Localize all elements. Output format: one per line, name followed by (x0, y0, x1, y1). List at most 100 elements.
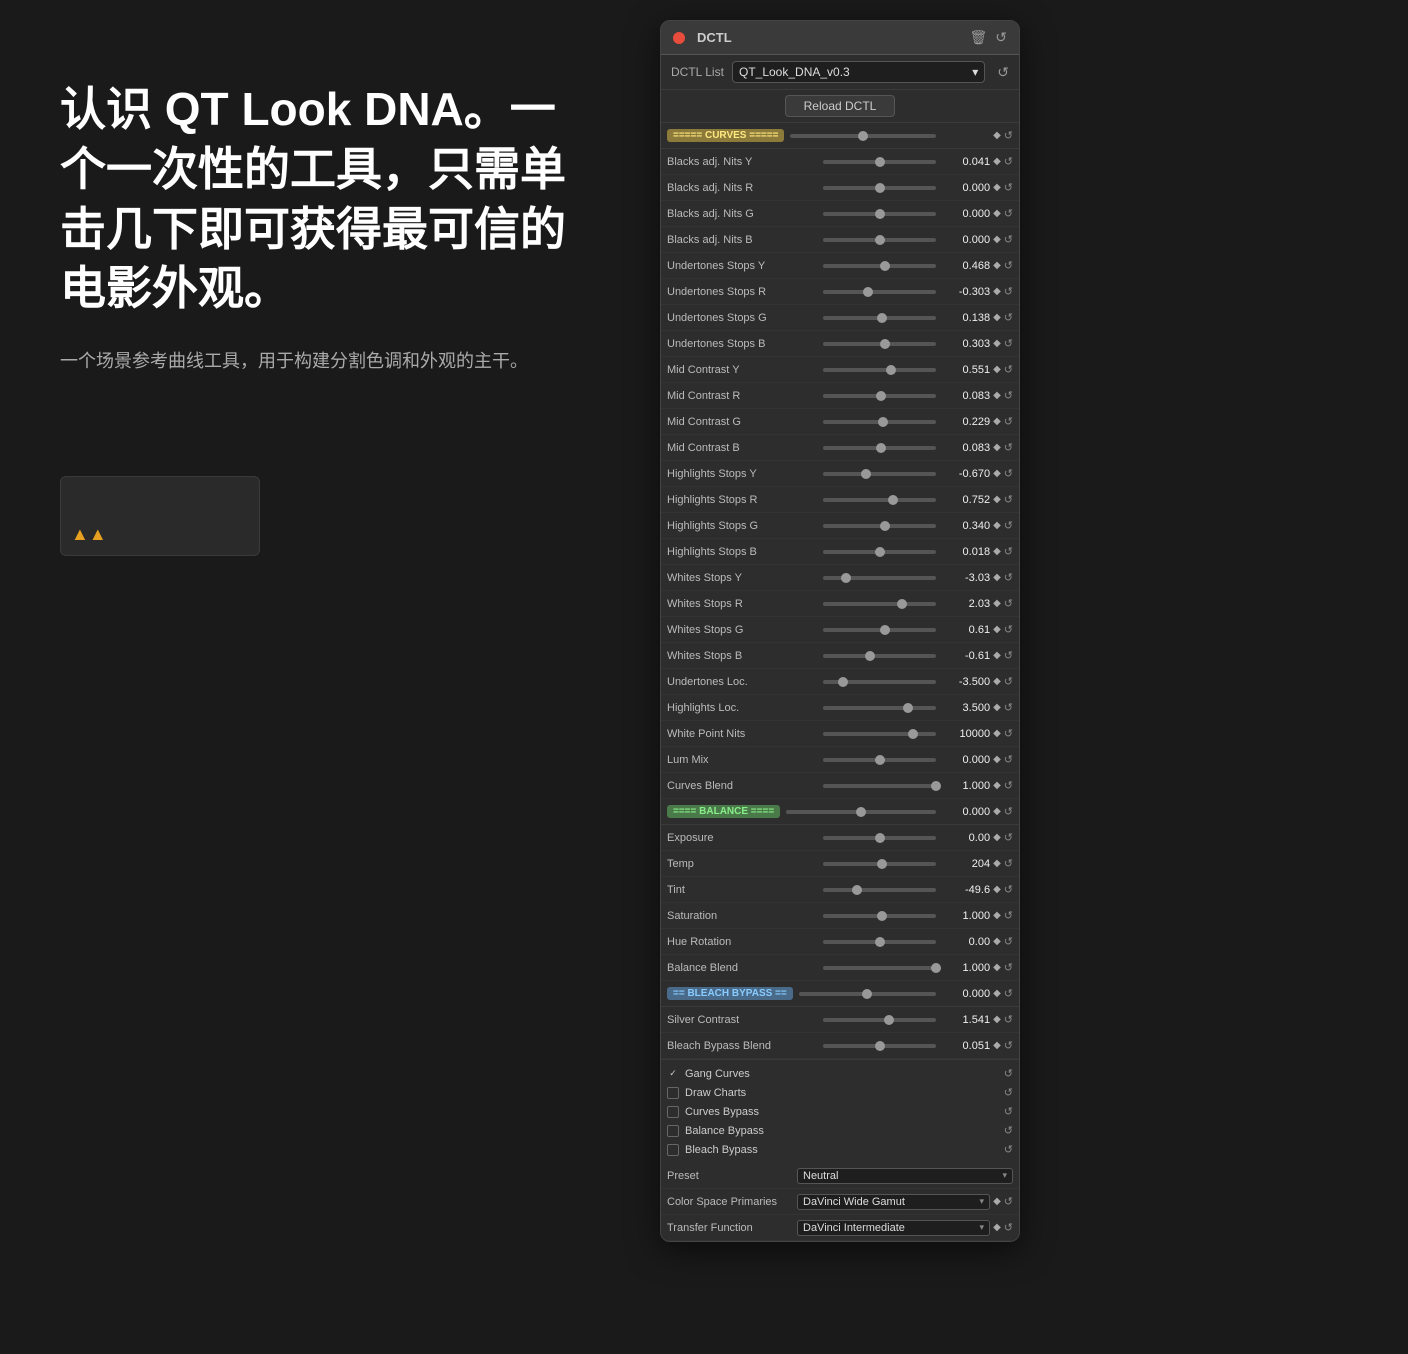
dctl-reset-icon[interactable]: ↺ (997, 64, 1009, 81)
param-slider-32[interactable] (823, 966, 936, 970)
param-slider-30[interactable] (823, 914, 936, 918)
param-slider-25[interactable] (823, 784, 936, 788)
param-slider-31[interactable] (823, 940, 936, 944)
param-slider-24[interactable] (823, 758, 936, 762)
reset-icon-1[interactable]: ↺ (1004, 155, 1013, 168)
reset-icon-18[interactable]: ↺ (1004, 597, 1013, 610)
reset-icon-31[interactable]: ↺ (1004, 935, 1013, 948)
param-label-28: Temp (667, 858, 817, 870)
param-slider-34[interactable] (823, 1018, 936, 1022)
reset-icon-17[interactable]: ↺ (1004, 571, 1013, 584)
reset-icon-19[interactable]: ↺ (1004, 623, 1013, 636)
param-slider-2[interactable] (823, 186, 936, 190)
param-slider-17[interactable] (823, 576, 936, 580)
checkbox-indicator-2[interactable] (667, 1106, 679, 1118)
checkbox-reset-3[interactable]: ↺ (1004, 1124, 1013, 1137)
diamond-icon-select-1: ◆ (993, 1196, 1001, 1207)
param-slider-10[interactable] (823, 394, 936, 398)
reset-icon-21[interactable]: ↺ (1004, 675, 1013, 688)
trash-icon[interactable]: 🗑 (969, 29, 987, 46)
checkbox-row-2[interactable]: Curves Bypass ↺ (667, 1102, 1013, 1121)
reset-icon-30[interactable]: ↺ (1004, 909, 1013, 922)
reset-icon-13[interactable]: ↺ (1004, 467, 1013, 480)
reset-icon-0[interactable]: ↺ (1004, 129, 1013, 142)
section-slider-33[interactable] (799, 992, 936, 996)
section-slider-0[interactable] (790, 134, 936, 138)
param-slider-1[interactable] (823, 160, 936, 164)
param-slider-16[interactable] (823, 550, 936, 554)
reload-dctl-button[interactable]: Reload DCTL (785, 95, 896, 117)
checkbox-reset-4[interactable]: ↺ (1004, 1143, 1013, 1156)
reset-icon-27[interactable]: ↺ (1004, 831, 1013, 844)
section-slider-26[interactable] (786, 810, 936, 814)
reset-icon-20[interactable]: ↺ (1004, 649, 1013, 662)
param-slider-3[interactable] (823, 212, 936, 216)
select-box-1[interactable]: DaVinci Wide Gamut ▾ (797, 1194, 990, 1210)
checkbox-indicator-3[interactable] (667, 1125, 679, 1137)
reset-icon-15[interactable]: ↺ (1004, 519, 1013, 532)
reset-icon-25[interactable]: ↺ (1004, 779, 1013, 792)
param-slider-23[interactable] (823, 732, 936, 736)
reset-icon-12[interactable]: ↺ (1004, 441, 1013, 454)
reset-icon-35[interactable]: ↺ (1004, 1039, 1013, 1052)
param-slider-22[interactable] (823, 706, 936, 710)
reset-icon-28[interactable]: ↺ (1004, 857, 1013, 870)
reset-icon-9[interactable]: ↺ (1004, 363, 1013, 376)
select-reset-1[interactable]: ↺ (1004, 1195, 1013, 1208)
checkbox-row-0[interactable]: ✓ Gang Curves ↺ (667, 1064, 1013, 1083)
reset-icon-16[interactable]: ↺ (1004, 545, 1013, 558)
param-slider-27[interactable] (823, 836, 936, 840)
select-reset-2[interactable]: ↺ (1004, 1221, 1013, 1234)
param-slider-18[interactable] (823, 602, 936, 606)
checkbox-row-4[interactable]: Bleach Bypass ↺ (667, 1140, 1013, 1159)
dctl-list-select[interactable]: QT_Look_DNA_v0.3 ▾ (732, 61, 985, 83)
param-slider-9[interactable] (823, 368, 936, 372)
reset-icon-29[interactable]: ↺ (1004, 883, 1013, 896)
param-slider-8[interactable] (823, 342, 936, 346)
reset-icon-24[interactable]: ↺ (1004, 753, 1013, 766)
param-slider-20[interactable] (823, 654, 936, 658)
reset-icon-33[interactable]: ↺ (1004, 987, 1013, 1000)
param-slider-12[interactable] (823, 446, 936, 450)
checkbox-indicator-4[interactable] (667, 1144, 679, 1156)
checkbox-reset-2[interactable]: ↺ (1004, 1105, 1013, 1118)
param-slider-13[interactable] (823, 472, 936, 476)
param-slider-15[interactable] (823, 524, 936, 528)
reset-icon-10[interactable]: ↺ (1004, 389, 1013, 402)
param-slider-4[interactable] (823, 238, 936, 242)
checkbox-row-3[interactable]: Balance Bypass ↺ (667, 1121, 1013, 1140)
close-button-icon[interactable] (673, 32, 685, 44)
checkbox-row-1[interactable]: Draw Charts ↺ (667, 1083, 1013, 1102)
checkbox-reset-1[interactable]: ↺ (1004, 1086, 1013, 1099)
reset-icon-6[interactable]: ↺ (1004, 285, 1013, 298)
param-slider-6[interactable] (823, 290, 936, 294)
param-slider-21[interactable] (823, 680, 936, 684)
param-slider-14[interactable] (823, 498, 936, 502)
reset-icon-14[interactable]: ↺ (1004, 493, 1013, 506)
reset-icon-8[interactable]: ↺ (1004, 337, 1013, 350)
reset-icon-11[interactable]: ↺ (1004, 415, 1013, 428)
reset-icon-22[interactable]: ↺ (1004, 701, 1013, 714)
reset-icon[interactable]: ↺ (995, 29, 1007, 46)
reset-icon-7[interactable]: ↺ (1004, 311, 1013, 324)
checkbox-indicator-0[interactable]: ✓ (667, 1068, 679, 1080)
param-slider-35[interactable] (823, 1044, 936, 1048)
param-slider-7[interactable] (823, 316, 936, 320)
select-box-2[interactable]: DaVinci Intermediate ▾ (797, 1220, 990, 1236)
select-box-0[interactable]: Neutral ▾ (797, 1168, 1013, 1184)
reset-icon-23[interactable]: ↺ (1004, 727, 1013, 740)
param-slider-19[interactable] (823, 628, 936, 632)
reset-icon-5[interactable]: ↺ (1004, 259, 1013, 272)
param-slider-28[interactable] (823, 862, 936, 866)
reset-icon-26[interactable]: ↺ (1004, 805, 1013, 818)
reset-icon-3[interactable]: ↺ (1004, 207, 1013, 220)
checkbox-reset-0[interactable]: ↺ (1004, 1067, 1013, 1080)
param-slider-29[interactable] (823, 888, 936, 892)
param-slider-5[interactable] (823, 264, 936, 268)
reset-icon-34[interactable]: ↺ (1004, 1013, 1013, 1026)
checkbox-indicator-1[interactable] (667, 1087, 679, 1099)
reset-icon-4[interactable]: ↺ (1004, 233, 1013, 246)
param-slider-11[interactable] (823, 420, 936, 424)
reset-icon-32[interactable]: ↺ (1004, 961, 1013, 974)
reset-icon-2[interactable]: ↺ (1004, 181, 1013, 194)
